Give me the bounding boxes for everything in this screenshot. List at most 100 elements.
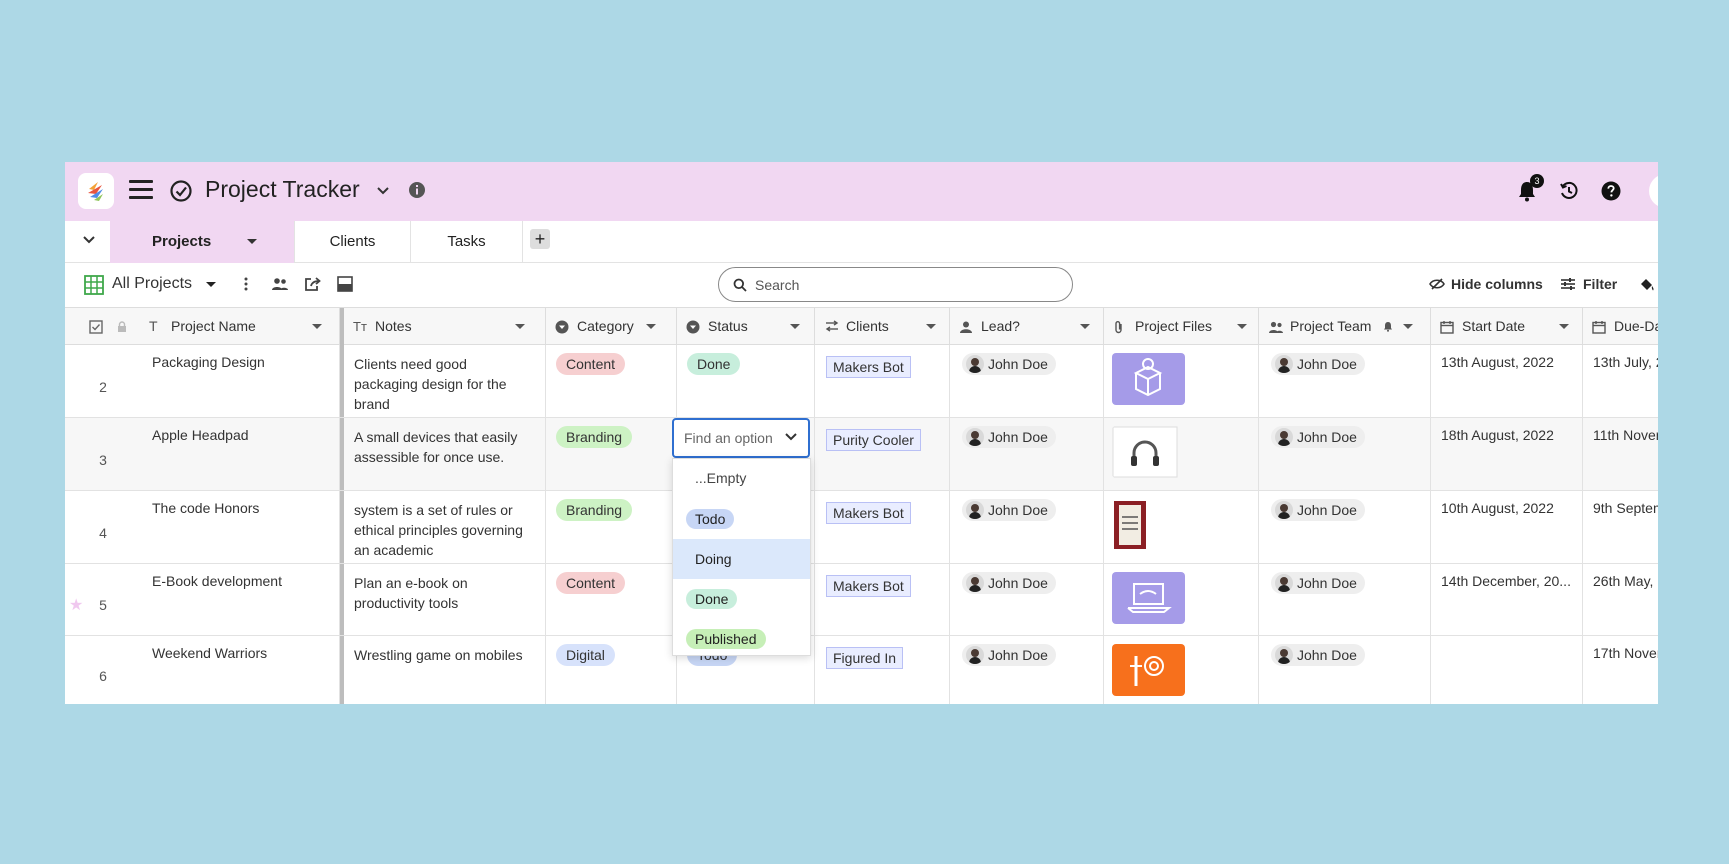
status-option-search[interactable] bbox=[672, 418, 810, 458]
column-header-clients[interactable]: Clients bbox=[815, 308, 950, 345]
table-row[interactable]: 4 The code Honors system is a set of rules… bbox=[65, 491, 1658, 564]
column-header-start-date[interactable]: Start Date bbox=[1431, 308, 1583, 345]
team-person-chip[interactable]: John Doe bbox=[1271, 353, 1365, 375]
cell-start-date[interactable]: 14th December, 20... bbox=[1431, 564, 1583, 635]
cell-clients[interactable]: Makers Bot bbox=[815, 491, 950, 563]
cell-project-name[interactable]: 6 Weekend Warriors bbox=[65, 636, 340, 704]
client-link-chip[interactable]: Purity Cooler bbox=[826, 429, 921, 451]
user-avatar[interactable] bbox=[1649, 174, 1658, 208]
team-person-chip[interactable]: John Doe bbox=[1271, 499, 1365, 521]
column-header-project-files[interactable]: Project Files bbox=[1104, 308, 1259, 345]
cell-notes[interactable]: system is a set of rules or ethical prin… bbox=[344, 491, 546, 563]
search-input[interactable] bbox=[755, 275, 1055, 295]
status-option-done[interactable]: Done bbox=[673, 579, 810, 619]
lead-person-chip[interactable]: John Doe bbox=[962, 572, 1056, 594]
cell-project-team[interactable]: John Doe bbox=[1259, 491, 1431, 563]
more-icon[interactable] bbox=[243, 276, 249, 292]
cell-project-name[interactable]: ★ 5 E-Book development bbox=[65, 564, 340, 635]
find-option-input[interactable] bbox=[684, 422, 779, 454]
cell-clients[interactable]: Figured In bbox=[815, 636, 950, 704]
help-icon[interactable] bbox=[1601, 181, 1621, 201]
caret-down-icon[interactable] bbox=[247, 239, 257, 245]
team-person-chip[interactable]: John Doe bbox=[1271, 572, 1365, 594]
cell-category[interactable]: Content bbox=[546, 564, 677, 635]
checkbox-icon[interactable] bbox=[89, 320, 103, 334]
cell-clients[interactable]: Purity Cooler bbox=[815, 418, 950, 490]
cell-project-files[interactable] bbox=[1104, 345, 1259, 417]
hide-columns-button[interactable]: Hide columns bbox=[1429, 276, 1543, 292]
cell-due-date[interactable]: 13th July, 20 bbox=[1583, 345, 1658, 417]
caret-down-icon[interactable] bbox=[1080, 324, 1090, 330]
cell-project-name[interactable]: 4 The code Honors bbox=[65, 491, 340, 563]
paint-bucket-icon[interactable] bbox=[1638, 277, 1656, 293]
caret-down-icon[interactable] bbox=[515, 324, 525, 330]
client-link-chip[interactable]: Figured In bbox=[826, 647, 904, 669]
caret-down-icon[interactable] bbox=[312, 324, 322, 330]
cell-project-team[interactable]: John Doe bbox=[1259, 345, 1431, 417]
project-file-thumbnail[interactable] bbox=[1112, 572, 1185, 624]
caret-down-icon[interactable] bbox=[1559, 324, 1569, 330]
cell-due-date[interactable]: 17th Noven bbox=[1583, 636, 1658, 704]
tab-clients[interactable]: Clients bbox=[295, 221, 411, 263]
cell-project-files[interactable] bbox=[1104, 491, 1259, 563]
caret-down-icon[interactable] bbox=[1403, 324, 1413, 330]
cell-lead[interactable]: John Doe bbox=[950, 564, 1104, 635]
app-logo-icon[interactable] bbox=[78, 173, 114, 209]
cell-lead[interactable]: John Doe bbox=[950, 636, 1104, 704]
chevron-down-icon[interactable] bbox=[376, 186, 390, 196]
cell-lead[interactable]: John Doe bbox=[950, 491, 1104, 563]
cell-project-team[interactable]: John Doe bbox=[1259, 564, 1431, 635]
column-header-category[interactable]: Category bbox=[546, 308, 677, 345]
caret-down-icon[interactable] bbox=[646, 324, 656, 330]
table-row[interactable]: 2 Packaging Design Clients need good packa… bbox=[65, 345, 1658, 418]
status-option-doing[interactable]: Doing bbox=[673, 539, 810, 579]
status-option-empty[interactable]: ...Empty bbox=[673, 459, 810, 499]
project-file-thumbnail[interactable] bbox=[1112, 426, 1185, 478]
chevron-down-icon[interactable] bbox=[784, 432, 798, 442]
cell-project-team[interactable]: John Doe bbox=[1259, 418, 1431, 490]
info-icon[interactable] bbox=[408, 181, 426, 199]
search-bar[interactable] bbox=[718, 267, 1073, 302]
tab-tasks[interactable]: Tasks bbox=[411, 221, 523, 263]
caret-down-icon[interactable] bbox=[206, 282, 216, 288]
project-file-thumbnail[interactable] bbox=[1112, 644, 1185, 696]
cell-status[interactable]: Done bbox=[677, 345, 815, 417]
lead-person-chip[interactable]: John Doe bbox=[962, 499, 1056, 521]
project-file-thumbnail[interactable] bbox=[1112, 353, 1185, 405]
share-icon[interactable] bbox=[304, 276, 322, 292]
team-person-chip[interactable]: John Doe bbox=[1271, 426, 1365, 448]
client-link-chip[interactable]: Makers Bot bbox=[826, 502, 911, 524]
cell-clients[interactable]: Makers Bot bbox=[815, 345, 950, 417]
cell-clients[interactable]: Makers Bot bbox=[815, 564, 950, 635]
print-icon[interactable] bbox=[337, 276, 353, 292]
tab-projects[interactable]: Projects bbox=[110, 221, 295, 263]
cell-start-date[interactable]: 10th August, 2022 bbox=[1431, 491, 1583, 563]
cell-lead[interactable]: John Doe bbox=[950, 418, 1104, 490]
table-row[interactable]: 3 Apple Headpad A small devices that easil… bbox=[65, 418, 1658, 491]
cell-due-date[interactable]: 26th May, 2 bbox=[1583, 564, 1658, 635]
history-icon[interactable] bbox=[1559, 181, 1579, 201]
collapse-chevron-icon[interactable] bbox=[81, 234, 97, 246]
cell-category[interactable]: Branding bbox=[546, 418, 677, 490]
client-link-chip[interactable]: Makers Bot bbox=[826, 575, 911, 597]
cell-project-files[interactable] bbox=[1104, 564, 1259, 635]
view-selector[interactable]: All Projects bbox=[112, 275, 192, 293]
cell-project-team[interactable]: John Doe bbox=[1259, 636, 1431, 704]
cell-project-name[interactable]: 2 Packaging Design bbox=[65, 345, 340, 417]
cell-project-files[interactable] bbox=[1104, 636, 1259, 704]
cell-notes[interactable]: Wrestling game on mobiles bbox=[344, 636, 546, 704]
client-link-chip[interactable]: Makers Bot bbox=[826, 356, 911, 378]
cell-notes[interactable]: Clients need good packaging design for t… bbox=[344, 345, 546, 417]
lead-person-chip[interactable]: John Doe bbox=[962, 426, 1056, 448]
caret-down-icon[interactable] bbox=[1237, 324, 1247, 330]
hamburger-icon[interactable] bbox=[129, 180, 153, 202]
column-header-project-team[interactable]: Project Team bbox=[1259, 308, 1431, 345]
star-icon[interactable]: ★ bbox=[69, 595, 83, 615]
cell-notes[interactable]: Plan an e-book on productivity tools bbox=[344, 564, 546, 635]
add-tab-button[interactable]: + bbox=[530, 229, 550, 249]
table-row[interactable]: ★ 5 E-Book development Plan an e-book on pr… bbox=[65, 564, 1658, 636]
column-header-notes[interactable]: Tт Notes bbox=[344, 308, 546, 345]
cell-due-date[interactable]: 9th Septem bbox=[1583, 491, 1658, 563]
cell-lead[interactable]: John Doe bbox=[950, 345, 1104, 417]
cell-project-files[interactable] bbox=[1104, 418, 1259, 490]
